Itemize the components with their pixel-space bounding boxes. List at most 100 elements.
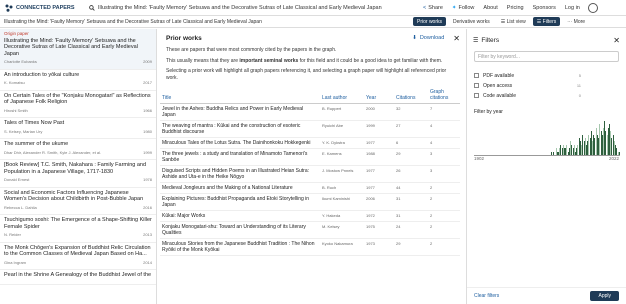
brand-logo[interactable]: CONNECTED PAPERS — [5, 4, 85, 12]
share-icon: < — [423, 4, 427, 11]
row-author: J. Mostow Pnnels — [320, 165, 364, 183]
avatar[interactable] — [587, 2, 598, 13]
paper-author: Hiroshi Smith — [4, 107, 28, 113]
list-item[interactable]: Pearl in the Shrine A Genealogy of the B… — [0, 270, 156, 285]
table-row[interactable]: The three jewels : a study and translati… — [160, 148, 460, 166]
pricing-link[interactable]: Pricing — [507, 5, 524, 11]
sponsors-link[interactable]: Sponsors — [533, 5, 556, 11]
row-title: Disguised Scripts and Hidden Poems in an… — [160, 165, 320, 183]
paper-title: Pearl in the Shrine A Genealogy of the B… — [4, 272, 152, 278]
table-row[interactable]: The weaving of mantra : Kūkai and the co… — [160, 120, 460, 138]
row-graph-citations: 7 — [428, 103, 460, 121]
table-row[interactable]: Medieval Jongleurs and the Making of a N… — [160, 182, 460, 194]
filter-option[interactable]: PDF available 5 — [467, 71, 626, 80]
more-label: More — [573, 18, 586, 25]
checkbox[interactable] — [474, 73, 479, 78]
paper-year: 2013 — [143, 232, 152, 237]
row-citations: 29 — [394, 148, 428, 166]
row-title: Explaining Pictures: Buddhist Propaganda… — [160, 193, 320, 211]
close-icon[interactable]: ✕ — [453, 34, 460, 43]
list-view-button[interactable]: ☰ List view — [497, 17, 530, 26]
checkbox[interactable] — [474, 93, 479, 98]
list-item[interactable]: [Book Review] T.C. Smith, Nakahara : Fam… — [0, 160, 156, 188]
paper-year: 2017 — [143, 80, 152, 85]
table-row[interactable]: Disguised Scripts and Hidden Poems in an… — [160, 165, 460, 183]
list-item[interactable]: The Monk Chōgen's Expansion of Buddhist … — [0, 243, 156, 270]
paper-title: The summer of the ukume — [4, 141, 69, 147]
histogram-bar — [553, 151, 554, 155]
histogram-bar — [618, 151, 620, 155]
desc-line-3: Selecting a prior work will highlight al… — [166, 68, 447, 81]
row-graph-citations: 4 — [428, 120, 460, 138]
list-item[interactable]: Social and Economic Factors Influencing … — [0, 188, 156, 215]
close-icon[interactable]: ✕ — [613, 36, 620, 45]
search-value: Illustrating the Mind: 'Faulty Memory' S… — [98, 4, 382, 11]
row-year: 1988 — [364, 148, 394, 166]
table-row[interactable]: Konjaku Monogatari-shu: Toward an Unders… — [160, 221, 460, 239]
col-title[interactable]: Title — [160, 87, 320, 104]
top-bar: CONNECTED PAPERS Illustrating the Mind: … — [0, 0, 626, 16]
row-citations: 31 — [394, 193, 428, 211]
filters-footer: Clear filters Apply — [467, 287, 626, 304]
row-year: 1977 — [364, 182, 394, 194]
filter-option[interactable]: Code available 0 — [467, 91, 626, 100]
year-histogram[interactable] — [474, 120, 620, 156]
table-row[interactable]: Miraculous Stories from the Japanese Bud… — [160, 238, 460, 256]
option-label: PDF available — [483, 72, 515, 79]
option-count: 5 — [578, 73, 581, 78]
list-item[interactable]: Tales of Times Now Past S. Kelsey, Marian… — [0, 118, 156, 139]
search-input[interactable]: Illustrating the Mind: 'Faulty Memory' S… — [89, 2, 411, 13]
more-button[interactable]: ⋯ More — [563, 17, 589, 26]
row-citations: 6 — [394, 137, 428, 149]
desc-line-1: These are papers that were most commonly… — [166, 47, 337, 53]
option-label: Code available — [483, 92, 517, 99]
keyword-filter-input[interactable]: Filter by keyword... — [474, 51, 619, 62]
list-item[interactable]: Origin paper Illustrating the Mind: 'Faul… — [0, 29, 156, 70]
paper-title: [Book Review] T.C. Smith, Nakahara : Fam… — [4, 162, 147, 175]
list-item[interactable]: The summer of the ukume Dhar Dhir, Alexan… — [0, 139, 156, 160]
col-citations[interactable]: Citations — [394, 87, 428, 104]
col-graph-citations[interactable]: Graph citations — [428, 87, 460, 104]
paper-title: Tsuchigumo soshi: The Emergence of a Sha… — [4, 217, 152, 230]
prior-works-panel: Prior works ⬇ Download ✕ These are papers… — [157, 29, 467, 304]
table-row[interactable]: Miraculous Tales of the Lotus Sutra. The… — [160, 137, 460, 149]
row-citations: 44 — [394, 182, 428, 194]
filter-option[interactable]: Open access 11 — [467, 81, 626, 90]
row-title: Kūkai: Major Works — [160, 210, 320, 222]
table-row[interactable]: Jewel in the Ashes: Buddha Relics and Po… — [160, 103, 460, 121]
about-link[interactable]: About — [483, 5, 497, 11]
paper-year: 2016 — [143, 204, 152, 210]
sub-bar: Illustrating the Mind: 'Faulty Memory' S… — [0, 16, 626, 28]
row-author: M. Kelsey — [320, 221, 364, 239]
list-item[interactable]: On Certain Tales of the "Konjaku Monogat… — [0, 91, 156, 118]
row-year: 1975 — [364, 221, 394, 239]
list-item[interactable]: Tsuchigumo soshi: The Emergence of a Sha… — [0, 215, 156, 243]
list-item[interactable]: An introduction to yōkai culture K. Komat… — [0, 70, 156, 91]
row-citations: 24 — [394, 221, 428, 239]
checkbox[interactable] — [474, 83, 479, 88]
col-year[interactable]: Year — [364, 87, 394, 104]
paper-year: 1980 — [143, 128, 152, 134]
derivative-works-button[interactable]: Derivative works — [449, 17, 494, 26]
option-label: Open access — [483, 82, 513, 89]
login-link[interactable]: Log in — [565, 5, 580, 11]
histogram-bar — [550, 151, 552, 155]
download-button[interactable]: ⬇ Download — [412, 35, 444, 41]
share-label: Share — [428, 4, 443, 11]
clear-filters-link[interactable]: Clear filters — [474, 293, 499, 299]
share-button[interactable]: < Share — [423, 5, 443, 11]
row-citations: 26 — [394, 165, 428, 183]
table-row[interactable]: Kūkai: Major Works Y. Hakeda 1972 31 2 — [160, 210, 460, 222]
prior-works-button[interactable]: Prior works — [413, 17, 447, 26]
apply-button[interactable]: Apply — [590, 291, 619, 301]
row-title: Konjaku Monogatari-shu: Toward an Unders… — [160, 221, 320, 239]
follow-button[interactable]: ✦ Follow — [452, 5, 475, 11]
paper-title: On Certain Tales of the "Konjaku Monogat… — [4, 92, 151, 106]
graph-title: Illustrating the Mind: 'Faulty Memory' S… — [4, 18, 262, 25]
row-title: Medieval Jongleurs and the Making of a N… — [160, 182, 320, 194]
desc-text: for this field and it could be a good id… — [298, 57, 443, 64]
filters-button[interactable]: ☰ Filters — [532, 17, 561, 26]
table-row[interactable]: Explaining Pictures: Buddhist Propaganda… — [160, 193, 460, 211]
col-last-author[interactable]: Last author — [320, 87, 364, 104]
row-year: 1973 — [364, 238, 394, 256]
